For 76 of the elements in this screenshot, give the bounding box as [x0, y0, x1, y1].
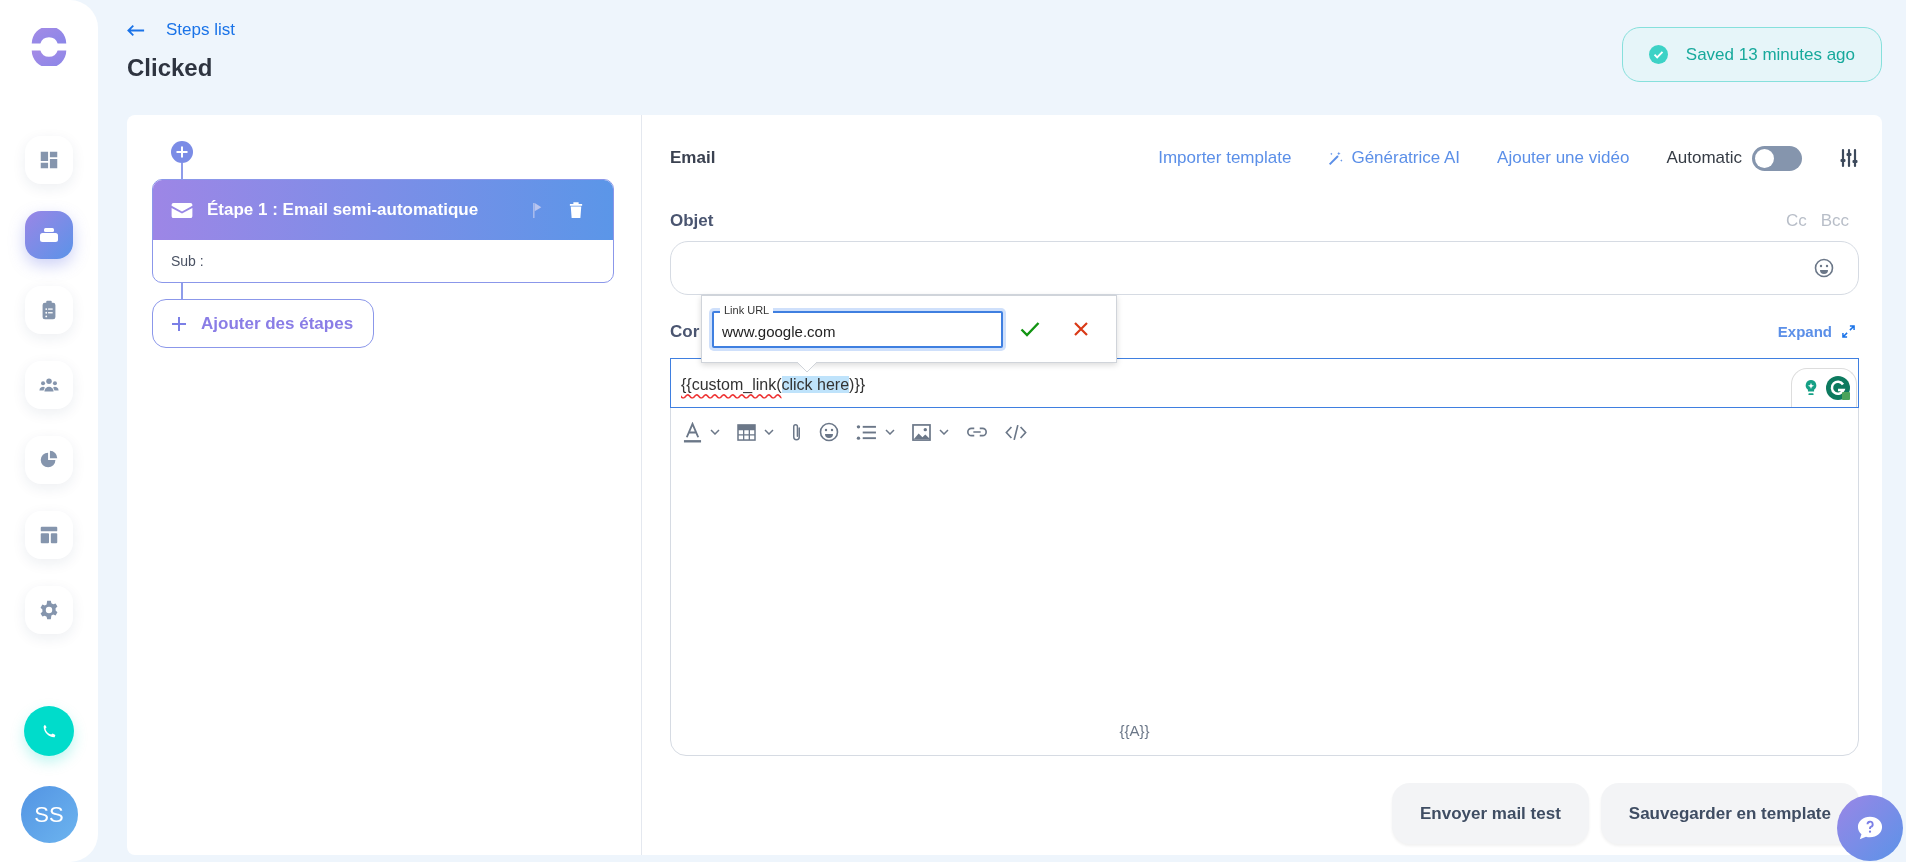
settings-icon [38, 599, 60, 621]
nav-item[interactable] [25, 286, 73, 334]
nav-item[interactable] [25, 436, 73, 484]
subject-field[interactable] [670, 241, 1859, 295]
paperclip-icon [791, 421, 802, 443]
back-link[interactable]: Steps list [127, 20, 235, 40]
cc-link[interactable]: Cc [1785, 211, 1807, 231]
logo-icon [30, 28, 68, 66]
page-title: Clicked [127, 54, 214, 82]
subject-label: Objet [670, 211, 714, 231]
add-step-button[interactable] [171, 141, 193, 163]
action-link[interactable]: Génératrice AI [1328, 148, 1461, 168]
plus-circle-icon [171, 141, 193, 163]
nav-item[interactable] [25, 586, 73, 634]
flag-icon[interactable] [533, 201, 543, 219]
emoji-icon [819, 422, 839, 442]
section-heading: Email [670, 148, 716, 168]
check-icon [1020, 321, 1040, 337]
envelope-icon [171, 201, 193, 219]
automatic-label: Automatic [1666, 148, 1742, 168]
table-icon [737, 423, 756, 441]
code-tool[interactable] [1005, 423, 1027, 441]
text-color-icon [683, 421, 702, 443]
image-tool[interactable] [912, 423, 949, 441]
emoji-tool[interactable] [819, 422, 839, 442]
bcc-link[interactable]: Bcc [1820, 211, 1849, 231]
nav-item[interactable] [25, 136, 73, 184]
assistant-logo-icon [1826, 376, 1850, 400]
variable-tag: {{A}} [1119, 722, 1150, 739]
link-url-label: Link URL [720, 303, 774, 316]
check-circle-icon [1648, 45, 1668, 64]
step-card[interactable]: Étape 1 : Email semi-automatique Sub : [152, 179, 614, 283]
nav-item[interactable] [25, 511, 73, 559]
body-editor[interactable]: {{custom_link(click here)}} {{A}} [670, 358, 1859, 756]
code-icon [1005, 423, 1027, 441]
body-label: Cor [670, 321, 700, 342]
sliders-icon[interactable] [1839, 148, 1859, 168]
list-tool[interactable] [856, 423, 895, 441]
expand-icon [1842, 325, 1855, 338]
text-color-tool[interactable] [683, 421, 720, 443]
nav-item[interactable] [25, 211, 73, 259]
user-avatar[interactable]: SS [20, 786, 78, 843]
add-steps-button[interactable]: Ajouter des étapes [152, 299, 375, 348]
phone-button[interactable] [24, 706, 74, 756]
lightbulb-icon [1804, 379, 1818, 397]
chevron-down-icon [885, 429, 895, 435]
automatic-toggle[interactable] [1752, 145, 1802, 171]
trash-icon[interactable] [569, 201, 583, 219]
body-text: {{custom_link(click here)}} [681, 376, 866, 394]
list-icon [856, 423, 877, 441]
chevron-down-icon [710, 429, 720, 435]
action-link[interactable]: Ajouter une vidéo [1497, 148, 1630, 168]
layout-icon [38, 524, 60, 546]
action-button[interactable]: Envoyer mail test [1392, 783, 1589, 844]
magic-wand-icon [1328, 150, 1344, 166]
link-icon [966, 426, 988, 438]
table-tool[interactable] [737, 423, 774, 441]
step-subject: Sub : [170, 252, 205, 271]
chevron-down-icon [764, 429, 774, 435]
plus-icon [171, 315, 187, 332]
nav-item[interactable] [25, 361, 73, 409]
link-tool[interactable] [966, 426, 988, 438]
help-chat-icon [1856, 815, 1884, 841]
action-link[interactable]: Importer template [1158, 148, 1292, 168]
attach-tool[interactable] [791, 421, 802, 443]
arrow-left-icon [127, 23, 145, 37]
emoji-icon[interactable] [1814, 258, 1834, 278]
image-icon [912, 423, 931, 441]
writing-assistant-widget[interactable] [1791, 368, 1857, 407]
chevron-down-icon [939, 429, 949, 435]
save-status: Saved 13 minutes ago [1685, 44, 1855, 65]
close-icon [1073, 321, 1089, 337]
expand-link[interactable]: Expand [1777, 323, 1855, 340]
step-title: Étape 1 : Email semi-automatique [207, 200, 480, 220]
dashboard-icon [38, 149, 60, 171]
action-button[interactable]: Sauvegarder en template [1600, 783, 1859, 844]
